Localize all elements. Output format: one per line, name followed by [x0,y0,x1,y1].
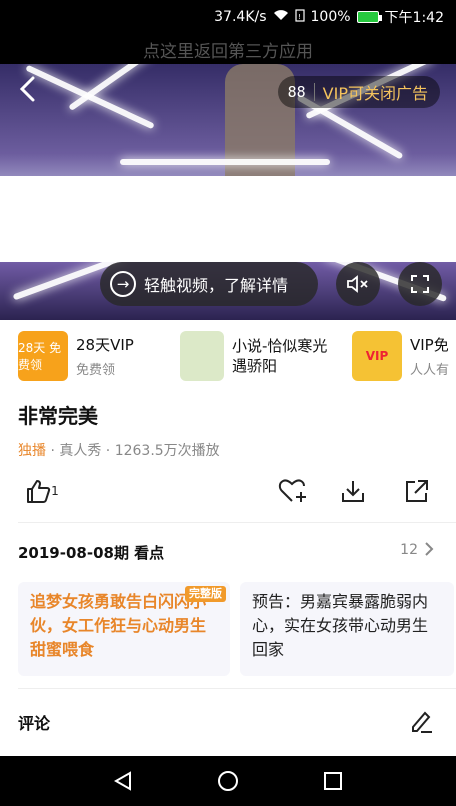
promo-thumb: 28天 免费领 [18,331,68,381]
promo-title: 28天VIP [76,335,134,354]
arrow-right-icon: → [110,271,136,297]
exclusive-tag: 独播 [18,443,46,459]
promo-item[interactable]: 小说-恰似寒光遇骄阳 [180,326,332,386]
nav-recents-button[interactable] [318,766,348,796]
nav-home-button[interactable] [213,766,243,796]
system-nav-bar [0,756,456,806]
highlight-card-text: 预告：男嘉宾暴露脆弱内心，实在女孩带心动男生回家 [252,592,429,659]
episode-more-button[interactable]: 12 [400,542,434,560]
clock: 下午1:42 [384,10,444,26]
promo-title: VIP免 [410,335,449,354]
divider [18,522,456,523]
video-player[interactable]: 88 VIP可关闭广告 → 轻触视频，了解详情 [0,64,456,320]
promo-thumb: VIP [352,331,402,381]
fullscreen-button[interactable] [398,262,442,306]
learn-more-button[interactable]: → 轻触视频，了解详情 [100,262,318,306]
network-speed: 37.4K/s [214,9,267,25]
status-bar: 37.4K/s ! 100% 下午1:42 [0,0,456,34]
highlight-card[interactable]: 预告：男嘉宾暴露脆弱内心，实在女孩带心动男生回家 [240,582,454,676]
stage-light [68,64,162,112]
promo-item[interactable]: VIP VIP免 人人有 [352,326,449,386]
promo-item[interactable]: 28天 免费领 28天VIP 免费领 [18,326,134,386]
fullscreen-icon [411,275,429,293]
promo-row: 28天 免费领 28天VIP 免费领 小说-恰似寒光遇骄阳 VIP VIP免 人… [0,326,456,386]
nav-back-button[interactable] [108,766,138,796]
promo-thumb [180,331,224,381]
triangle-back-icon [113,771,131,791]
mute-icon [347,275,368,293]
promo-subtitle: 人人有 [410,362,450,378]
chevron-right-icon [424,542,434,560]
share-icon [406,480,428,502]
full-version-badge: 完整版 [185,586,226,602]
highlight-card[interactable]: 完整版 追梦女孩勇敢告白闪闪小伙，女工作狂与心动男生甜蜜喂食 [18,582,230,676]
show-meta-text: · 真人秀 · 1263.5万次播放 [46,443,220,459]
like-count: 1 [51,484,59,498]
vip-close-ad-button[interactable]: 88 VIP可关闭广告 [277,76,440,108]
edit-icon [412,711,432,733]
stage-light [120,159,330,165]
show-meta: 独播 · 真人秀 · 1263.5万次播放 [18,440,220,460]
learn-more-label: 轻触视频，了解详情 [144,276,289,295]
show-title: 非常完美 [18,404,98,428]
write-comment-button[interactable] [408,708,434,734]
like-button[interactable]: 1 [22,474,62,508]
svg-text:!: ! [298,13,301,21]
action-bar: 1 [0,474,456,518]
back-button[interactable] [18,76,48,106]
download-icon [342,481,364,502]
episode-count: 12 [400,542,418,558]
share-button[interactable] [400,474,434,508]
favorite-button[interactable] [276,474,310,508]
battery-icon [356,11,382,23]
comments-heading: 评论 [18,714,51,733]
return-to-app-bar[interactable]: 点这里返回第三方应用 [0,34,456,64]
video-highlight [0,176,456,262]
episode-heading: 2019-08-08期 看点 [18,544,165,562]
download-button[interactable] [336,474,370,508]
highlight-card-text: 追梦女孩勇敢告白闪闪小伙，女工作狂与心动男生甜蜜喂食 [30,592,207,659]
return-to-app-label: 点这里返回第三方应用 [143,41,313,62]
square-recents-icon [324,772,343,790]
wifi-icon [273,9,289,25]
promo-subtitle: 免费领 [76,362,116,378]
mute-button[interactable] [336,262,380,306]
promo-title: 小说-恰似寒光遇骄阳 [232,337,328,375]
battery-percent: 100% [310,9,351,25]
sim-icon: ! [294,8,305,26]
thumbs-up-icon [27,480,51,503]
vip-close-ad-label: VIP可关闭广告 [322,84,428,103]
heart-plus-icon [278,479,306,502]
circle-home-icon [217,771,238,791]
ad-countdown: 88 [288,83,315,101]
divider [18,688,456,689]
